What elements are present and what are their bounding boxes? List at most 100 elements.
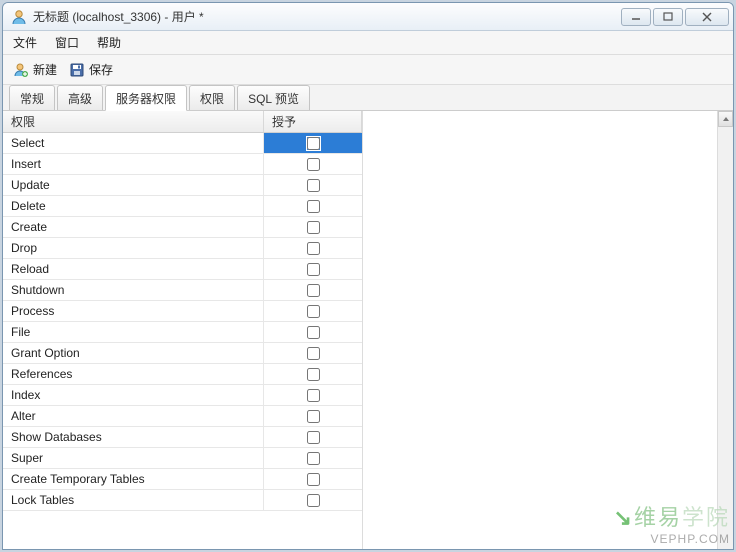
grant-cell: [264, 469, 362, 489]
new-label: 新建: [33, 61, 57, 78]
new-button[interactable]: 新建: [13, 61, 57, 78]
privilege-name: Create Temporary Tables: [3, 469, 264, 489]
minimize-button[interactable]: [621, 8, 651, 26]
grid-body: SelectInsertUpdateDeleteCreateDropReload…: [3, 133, 362, 549]
privilege-name: File: [3, 322, 264, 342]
grid-header: 权限 授予: [3, 111, 362, 133]
table-row[interactable]: Index: [3, 385, 362, 406]
grant-cell: [264, 448, 362, 468]
tabbar: 常规 高级 服务器权限 权限 SQL 预览: [3, 85, 733, 111]
grant-cell: [264, 238, 362, 258]
table-row[interactable]: Shutdown: [3, 280, 362, 301]
tab-privileges[interactable]: 权限: [189, 85, 235, 110]
table-row[interactable]: References: [3, 364, 362, 385]
close-button[interactable]: [685, 8, 729, 26]
grant-checkbox[interactable]: [307, 473, 320, 486]
scroll-up-arrow-icon[interactable]: [718, 111, 733, 127]
privileges-grid: 权限 授予 SelectInsertUpdateDeleteCreateDrop…: [3, 111, 363, 549]
col-header-grant[interactable]: 授予: [264, 111, 362, 132]
grant-checkbox[interactable]: [307, 179, 320, 192]
table-row[interactable]: Create Temporary Tables: [3, 469, 362, 490]
privilege-name: References: [3, 364, 264, 384]
grant-cell: [264, 196, 362, 216]
user-add-icon: [13, 62, 29, 78]
grant-cell: [264, 406, 362, 426]
privilege-name: Grant Option: [3, 343, 264, 363]
grant-checkbox[interactable]: [307, 494, 320, 507]
privilege-name: Lock Tables: [3, 490, 264, 510]
tab-advanced[interactable]: 高级: [57, 85, 103, 110]
grant-checkbox[interactable]: [307, 263, 320, 276]
privilege-name: Alter: [3, 406, 264, 426]
privilege-name: Delete: [3, 196, 264, 216]
table-row[interactable]: Super: [3, 448, 362, 469]
vertical-scrollbar[interactable]: [717, 111, 733, 549]
grant-checkbox[interactable]: [307, 158, 320, 171]
window-controls: [621, 8, 729, 26]
grant-cell: [264, 259, 362, 279]
tab-server-privileges[interactable]: 服务器权限: [105, 85, 187, 111]
menu-window[interactable]: 窗口: [55, 34, 79, 51]
grant-checkbox[interactable]: [307, 305, 320, 318]
grant-checkbox[interactable]: [307, 221, 320, 234]
grant-cell: [264, 175, 362, 195]
content-area: 权限 授予 SelectInsertUpdateDeleteCreateDrop…: [3, 111, 733, 549]
grant-checkbox[interactable]: [307, 326, 320, 339]
grant-cell: [264, 154, 362, 174]
privilege-name: Drop: [3, 238, 264, 258]
menu-file[interactable]: 文件: [13, 34, 37, 51]
grant-checkbox[interactable]: [307, 347, 320, 360]
grant-checkbox[interactable]: [307, 452, 320, 465]
table-row[interactable]: Select: [3, 133, 362, 154]
table-row[interactable]: Update: [3, 175, 362, 196]
grant-cell: [264, 343, 362, 363]
app-window: 无标题 (localhost_3306) - 用户 * 文件 窗口 帮助 新建 …: [2, 2, 734, 550]
table-row[interactable]: File: [3, 322, 362, 343]
grant-cell: [264, 490, 362, 510]
grant-cell: [264, 364, 362, 384]
table-row[interactable]: Insert: [3, 154, 362, 175]
grant-cell: [264, 427, 362, 447]
privilege-name: Show Databases: [3, 427, 264, 447]
grant-cell: [264, 385, 362, 405]
titlebar: 无标题 (localhost_3306) - 用户 *: [3, 3, 733, 31]
grant-cell: [264, 217, 362, 237]
grant-cell: [264, 280, 362, 300]
table-row[interactable]: Lock Tables: [3, 490, 362, 511]
right-pane: [363, 111, 733, 549]
maximize-button[interactable]: [653, 8, 683, 26]
grant-checkbox[interactable]: [307, 389, 320, 402]
tab-general[interactable]: 常规: [9, 85, 55, 110]
grant-cell: [264, 322, 362, 342]
grant-checkbox[interactable]: [307, 431, 320, 444]
menu-help[interactable]: 帮助: [97, 34, 121, 51]
grant-cell: [264, 301, 362, 321]
table-row[interactable]: Delete: [3, 196, 362, 217]
table-row[interactable]: Create: [3, 217, 362, 238]
table-row[interactable]: Grant Option: [3, 343, 362, 364]
privilege-name: Index: [3, 385, 264, 405]
privilege-name: Super: [3, 448, 264, 468]
grant-checkbox[interactable]: [307, 200, 320, 213]
window-title: 无标题 (localhost_3306) - 用户 *: [33, 8, 621, 25]
grant-checkbox[interactable]: [307, 284, 320, 297]
save-label: 保存: [89, 61, 113, 78]
tab-sql-preview[interactable]: SQL 预览: [237, 85, 310, 110]
save-icon: [69, 62, 85, 78]
privilege-name: Reload: [3, 259, 264, 279]
col-header-privilege[interactable]: 权限: [3, 111, 264, 132]
table-row[interactable]: Alter: [3, 406, 362, 427]
privilege-name: Select: [3, 133, 264, 153]
grant-cell: [264, 133, 362, 153]
table-row[interactable]: Process: [3, 301, 362, 322]
table-row[interactable]: Show Databases: [3, 427, 362, 448]
grant-checkbox[interactable]: [307, 368, 320, 381]
grant-checkbox[interactable]: [307, 137, 320, 150]
privilege-name: Insert: [3, 154, 264, 174]
table-row[interactable]: Drop: [3, 238, 362, 259]
menubar: 文件 窗口 帮助: [3, 31, 733, 55]
table-row[interactable]: Reload: [3, 259, 362, 280]
save-button[interactable]: 保存: [69, 61, 113, 78]
grant-checkbox[interactable]: [307, 242, 320, 255]
grant-checkbox[interactable]: [307, 410, 320, 423]
